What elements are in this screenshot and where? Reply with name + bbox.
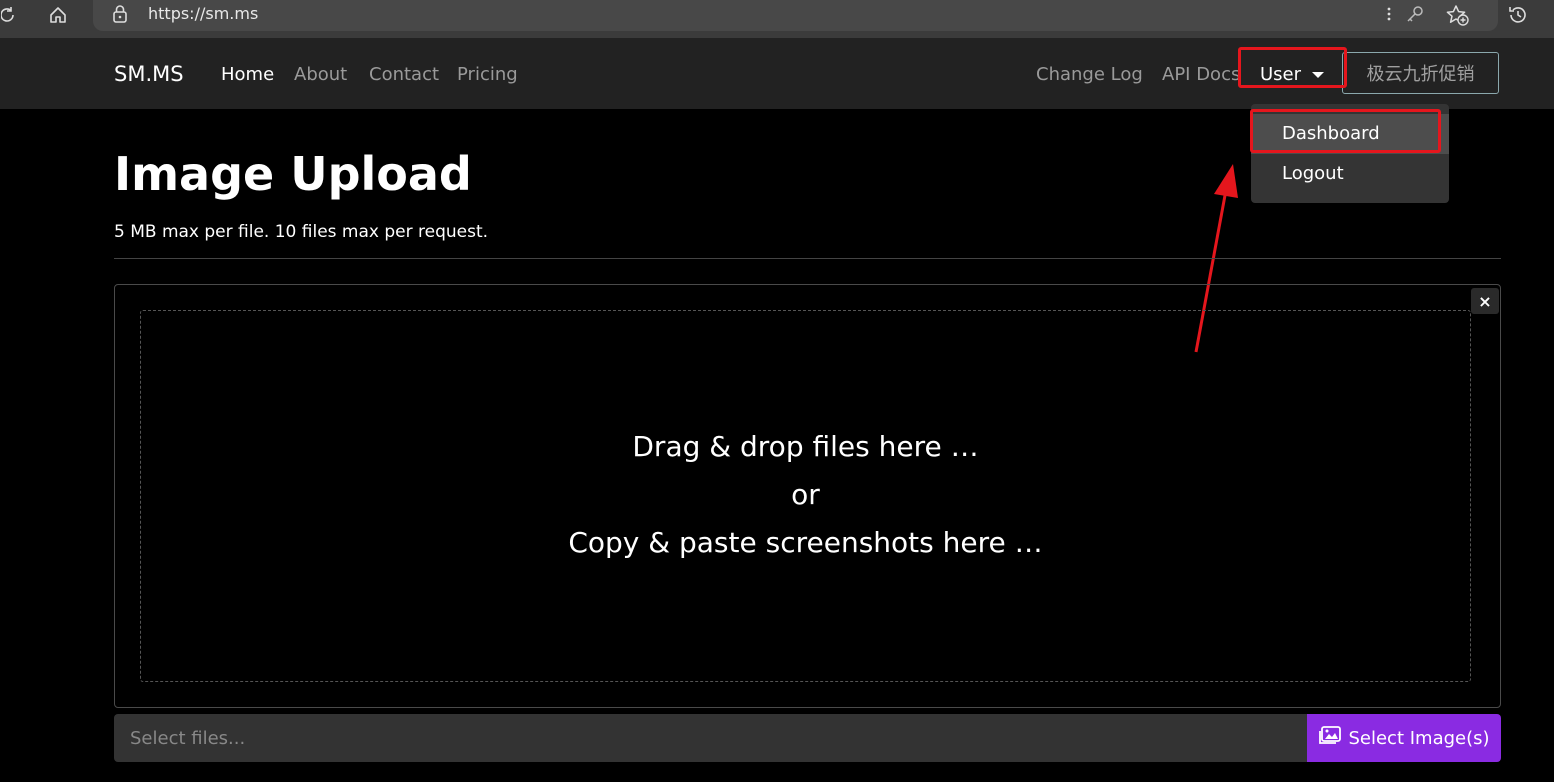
annotation-highlight-dashboard — [1250, 109, 1441, 153]
select-images-button[interactable]: Select Image(s) — [1307, 714, 1501, 762]
nav-api-docs[interactable]: API Docs — [1162, 64, 1240, 85]
promo-button[interactable]: 极云九折促销 — [1342, 52, 1499, 94]
history-icon[interactable] — [1506, 3, 1530, 27]
address-bar[interactable]: https://sm.ms — [93, 0, 1498, 31]
reload-icon[interactable] — [0, 3, 16, 27]
page-subtitle: 5 MB max per file. 10 files max per requ… — [114, 222, 489, 242]
nav-contact[interactable]: Contact — [369, 64, 439, 85]
nav-home[interactable]: Home — [221, 64, 274, 85]
nav-change-log[interactable]: Change Log — [1036, 64, 1143, 85]
brand-logo[interactable]: SM.MS — [114, 62, 184, 86]
home-icon[interactable] — [46, 3, 70, 27]
annotation-highlight-user — [1238, 47, 1347, 88]
close-icon[interactable]: × — [1471, 288, 1499, 314]
drop-text-line3: Copy & paste screenshots here … — [568, 526, 1043, 559]
key-icon[interactable] — [1405, 4, 1425, 28]
file-select-input[interactable] — [114, 714, 1307, 762]
add-favorite-icon[interactable] — [1445, 4, 1469, 30]
url-text: https://sm.ms — [148, 4, 259, 23]
drop-text-line2: or — [791, 478, 820, 511]
lock-icon — [111, 4, 129, 28]
nav-pricing[interactable]: Pricing — [457, 64, 518, 85]
more-icon[interactable] — [1385, 4, 1393, 28]
nav-about[interactable]: About — [294, 64, 347, 85]
browser-toolbar: https://sm.ms — [0, 0, 1554, 38]
images-icon — [1318, 725, 1342, 751]
page-title: Image Upload — [114, 147, 472, 201]
select-images-label: Select Image(s) — [1348, 727, 1490, 749]
divider — [114, 258, 1501, 259]
dropdown-item-logout[interactable]: Logout — [1251, 154, 1449, 194]
drop-text-line1: Drag & drop files here … — [632, 430, 979, 463]
